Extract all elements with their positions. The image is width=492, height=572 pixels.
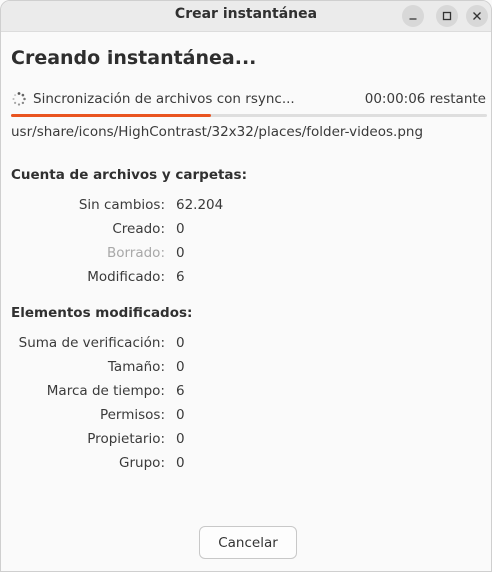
stat-value: 0 bbox=[176, 455, 185, 471]
modified-items-title: Elementos modificados: bbox=[11, 305, 193, 321]
stat-value: 0 bbox=[176, 431, 185, 447]
progress-bar bbox=[11, 114, 487, 117]
stat-label: Propietario: bbox=[87, 431, 165, 447]
status-text: Sincronización de archivos con rsync... bbox=[33, 91, 295, 107]
snapshot-dialog: Crear instantánea Creando instantánea... bbox=[0, 0, 492, 572]
minimize-icon bbox=[409, 18, 417, 20]
stat-value: 6 bbox=[176, 269, 185, 285]
close-icon bbox=[473, 12, 481, 20]
stat-row-deleted: Borrado: 0 bbox=[1, 245, 261, 265]
title-bar[interactable]: Crear instantánea bbox=[1, 1, 491, 32]
stat-value: 0 bbox=[176, 407, 185, 423]
stat-label: Modificado: bbox=[87, 269, 165, 285]
stat-value: 0 bbox=[176, 221, 185, 237]
stat-value: 0 bbox=[176, 359, 185, 375]
cancel-button[interactable]: Cancelar bbox=[199, 526, 297, 559]
stat-value: 6 bbox=[176, 383, 185, 399]
stat-label: Borrado: bbox=[106, 245, 165, 261]
stat-label: Sin cambios: bbox=[78, 197, 165, 213]
stat-row-checksum: Suma de verificación: 0 bbox=[1, 335, 261, 355]
spinner-icon bbox=[12, 92, 26, 106]
stat-label: Suma de verificación: bbox=[18, 335, 165, 351]
stat-label: Creado: bbox=[112, 221, 165, 237]
progress-fill bbox=[11, 114, 211, 117]
stat-label: Marca de tiempo: bbox=[46, 383, 165, 399]
time-remaining: 00:00:06 restante bbox=[364, 91, 486, 107]
stat-value: 0 bbox=[176, 335, 185, 351]
maximize-icon bbox=[442, 11, 452, 21]
minimize-button[interactable] bbox=[402, 5, 424, 27]
stat-row-modified: Modificado: 6 bbox=[1, 269, 261, 289]
stat-row-permissions: Permisos: 0 bbox=[1, 407, 261, 427]
stat-row-created: Creado: 0 bbox=[1, 221, 261, 241]
maximize-button[interactable] bbox=[436, 5, 458, 27]
stat-value: 0 bbox=[176, 245, 185, 261]
stat-label: Permisos: bbox=[99, 407, 165, 423]
page-title: Creando instantánea... bbox=[11, 47, 257, 69]
stat-row-unchanged: Sin cambios: 62.204 bbox=[1, 197, 261, 217]
stat-row-group: Grupo: 0 bbox=[1, 455, 261, 475]
stat-row-owner: Propietario: 0 bbox=[1, 431, 261, 451]
stat-label: Grupo: bbox=[119, 455, 165, 471]
stat-row-size: Tamaño: 0 bbox=[1, 359, 261, 379]
stat-label: Tamaño: bbox=[107, 359, 165, 375]
file-counts-title: Cuenta de archivos y carpetas: bbox=[11, 167, 247, 183]
current-file-path: usr/share/icons/HighContrast/32x32/place… bbox=[11, 124, 424, 140]
stat-value: 62.204 bbox=[176, 197, 224, 213]
stat-row-timestamp: Marca de tiempo: 6 bbox=[1, 383, 261, 403]
close-button[interactable] bbox=[466, 5, 488, 27]
